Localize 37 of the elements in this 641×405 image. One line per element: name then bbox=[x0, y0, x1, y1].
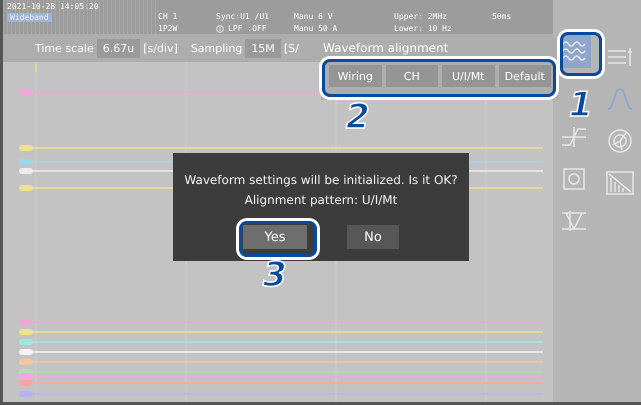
unit-label: [s/div] bbox=[143, 42, 178, 54]
step-number: 3 bbox=[263, 258, 287, 292]
value-field[interactable]: 15M bbox=[245, 38, 281, 58]
lpf: LPF :OFF bbox=[228, 24, 267, 33]
trigger-icon bbox=[560, 125, 588, 149]
list-icon bbox=[606, 46, 634, 68]
channel: CH 1 bbox=[158, 12, 178, 21]
value-field[interactable]: 6.67u bbox=[96, 38, 140, 58]
circled-one-icon bbox=[216, 24, 224, 32]
wiring: 1P2W bbox=[158, 24, 178, 33]
dialog-button[interactable]: Yes bbox=[243, 225, 307, 249]
time-div: 50ms bbox=[492, 12, 512, 21]
field-label: Time scale bbox=[35, 42, 94, 54]
dialog-message: Waveform settings will be initialized. Is it OK? bbox=[184, 173, 458, 187]
alignment-button[interactable]: Wiring bbox=[329, 65, 382, 87]
alignment-button[interactable]: Default bbox=[498, 65, 551, 87]
scale-icon bbox=[560, 209, 588, 233]
sync: Sync:U1 /U1 bbox=[216, 12, 270, 21]
alignment-button[interactable]: CH bbox=[386, 65, 438, 87]
wave-icon bbox=[606, 85, 634, 113]
alignment-button[interactable]: U/I/Mt bbox=[442, 65, 494, 87]
voltage-range: Manu 6 V bbox=[294, 12, 334, 21]
step-number: 1 bbox=[569, 88, 593, 122]
bar-chart-icon bbox=[605, 170, 635, 196]
panel-title: Waveform alignment bbox=[323, 41, 450, 55]
datetime: 2021-10-28 14:05:20 bbox=[7, 2, 100, 11]
step-number: 2 bbox=[346, 100, 370, 134]
unit-label: [S/ bbox=[284, 42, 299, 54]
radar-icon bbox=[607, 128, 633, 154]
upper-filter: Upper: 2MHz bbox=[394, 12, 448, 21]
mode-badge: Wideband bbox=[7, 13, 52, 22]
dialog-button[interactable]: No bbox=[347, 225, 399, 249]
current-range: Manu 50 A bbox=[294, 24, 338, 33]
lower-filter: Lower: 10 Hz bbox=[394, 24, 453, 33]
field-label: Sampling bbox=[190, 42, 242, 54]
dialog-detail: Alignment pattern: U/I/Mt bbox=[244, 193, 398, 207]
callout-frame bbox=[560, 32, 602, 76]
